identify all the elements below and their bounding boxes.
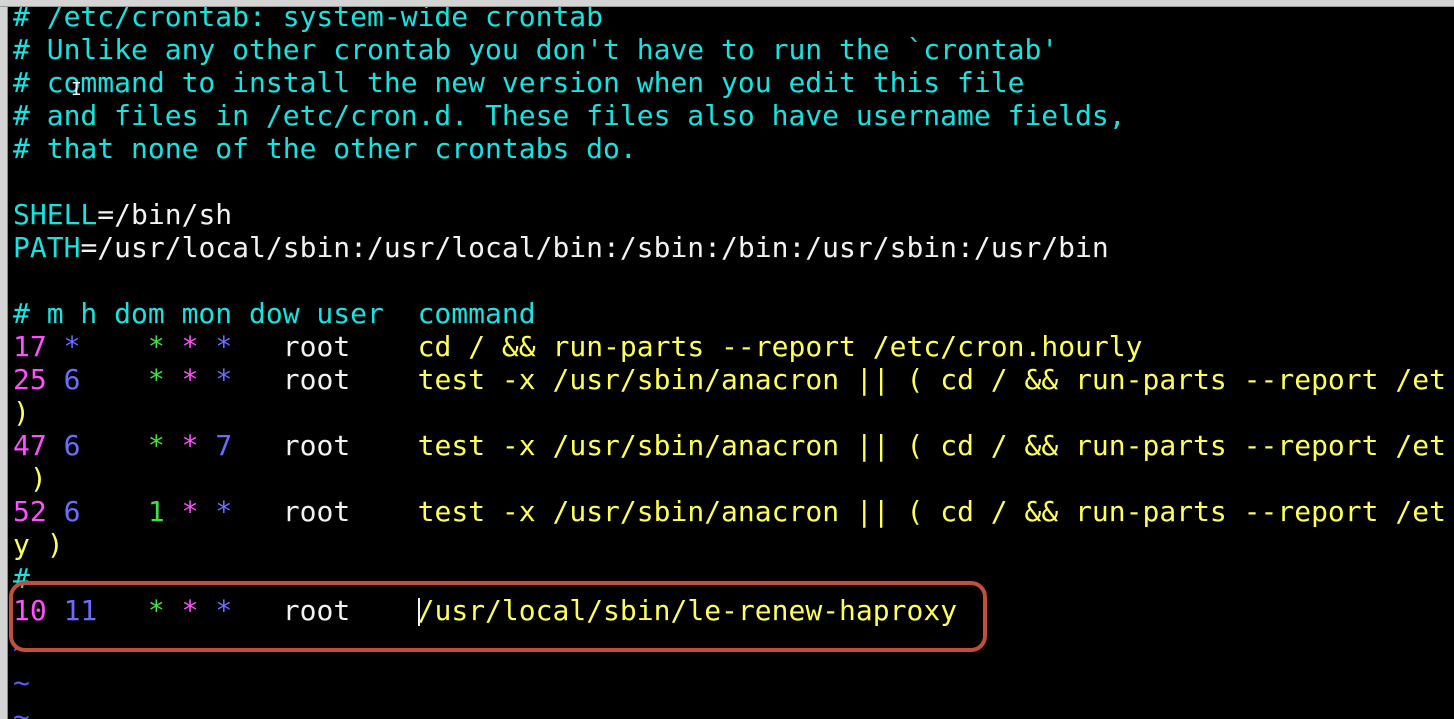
wrapped-command-line: ) <box>13 396 30 429</box>
comment-line: # that none of the other crontabs do. <box>13 132 637 165</box>
cron-entry-row: 52 6 1 * * root test -x /usr/sbin/anacro… <box>13 495 1446 528</box>
cron-entry-row: 47 6 * * 7 root test -x /usr/sbin/anacro… <box>13 429 1446 462</box>
cron-entry-row: 17 * * * * root cd / && run-parts --repo… <box>13 330 1143 363</box>
new-cron-entry-row[interactable]: 10 11 * * * root /usr/local/sbin/le-rene… <box>13 594 957 627</box>
user-field: root <box>282 330 351 363</box>
dom-field: 1 <box>147 495 165 528</box>
path-variable-line: PATH=/usr/local/sbin:/usr/local/bin:/sbi… <box>13 231 1109 264</box>
hour-field: 6 <box>63 495 81 528</box>
dow-field: * <box>215 495 233 528</box>
minute-field: 52 <box>13 495 47 528</box>
user-field: root <box>282 429 351 462</box>
shell-variable-line: SHELL=/bin/sh <box>13 198 232 231</box>
path-key: PATH <box>13 231 81 264</box>
window-top-border <box>0 0 1454 7</box>
minute-field: 25 <box>13 363 47 396</box>
command-field: cd / && run-parts --report /etc/cron.hou… <box>417 330 1143 363</box>
empty-line-tilde: ~ <box>13 666 30 699</box>
mon-field: * <box>181 594 199 627</box>
shell-eq: = <box>97 198 115 231</box>
path-value: /usr/local/sbin:/usr/local/bin:/sbin:/bi… <box>97 231 1109 264</box>
hour-field: 6 <box>63 429 81 462</box>
dom-field: * <box>147 330 165 363</box>
window-left-border <box>0 7 8 719</box>
hour-field: 11 <box>63 594 98 627</box>
shell-key: SHELL <box>13 198 98 231</box>
hour-field: 6 <box>63 363 81 396</box>
minute-field: 47 <box>13 429 47 462</box>
wrapped-command-line: y ) <box>13 528 64 561</box>
cron-entry-row: 25 6 * * * root test -x /usr/sbin/anacro… <box>13 363 1446 396</box>
dow-field: 7 <box>215 429 233 462</box>
mouse-ibeam-icon: I <box>71 79 82 100</box>
wrapped-command-line: ) <box>13 462 47 495</box>
mon-field: * <box>181 495 199 528</box>
command-field: test -x /usr/sbin/anacron || ( cd / && r… <box>417 363 1446 396</box>
command-field: test -x /usr/sbin/anacron || ( cd / && r… <box>417 495 1446 528</box>
command-field: test -x /usr/sbin/anacron || ( cd / && r… <box>417 429 1446 462</box>
dow-field: * <box>215 363 233 396</box>
comment-line: # and files in /etc/cron.d. These files … <box>13 99 1126 132</box>
mon-field: * <box>181 330 199 363</box>
command-field: /usr/local/sbin/le-renew-haproxy <box>417 594 958 627</box>
empty-line-tilde: ~ <box>13 700 30 719</box>
mon-field: * <box>181 429 199 462</box>
minute-field: 10 <box>13 594 47 627</box>
user-field: root <box>282 363 351 396</box>
dom-field: * <box>147 363 165 396</box>
separator-comment: # <box>13 562 30 595</box>
path-eq: = <box>80 231 98 264</box>
user-field: root <box>282 594 351 627</box>
dom-field: * <box>147 594 165 627</box>
user-field: root <box>282 495 351 528</box>
shell-value: /bin/sh <box>114 198 233 231</box>
column-header-comment: # m h dom mon dow user command <box>13 297 536 330</box>
comment-line: # command to install the new version whe… <box>13 66 1025 99</box>
terminal-editor[interactable]: # /etc/crontab: system-wide crontab # Un… <box>8 7 1454 719</box>
dow-field: * <box>215 330 233 363</box>
dow-field: * <box>215 594 233 627</box>
dom-field: * <box>147 429 165 462</box>
empty-line-tilde: ~ <box>13 632 30 665</box>
comment-line: # /etc/crontab: system-wide crontab <box>13 7 604 33</box>
comment-line: # Unlike any other crontab you don't hav… <box>13 33 1059 66</box>
mon-field: * <box>181 363 199 396</box>
minute-field: 17 <box>13 330 47 363</box>
hour-field: * <box>63 330 81 363</box>
